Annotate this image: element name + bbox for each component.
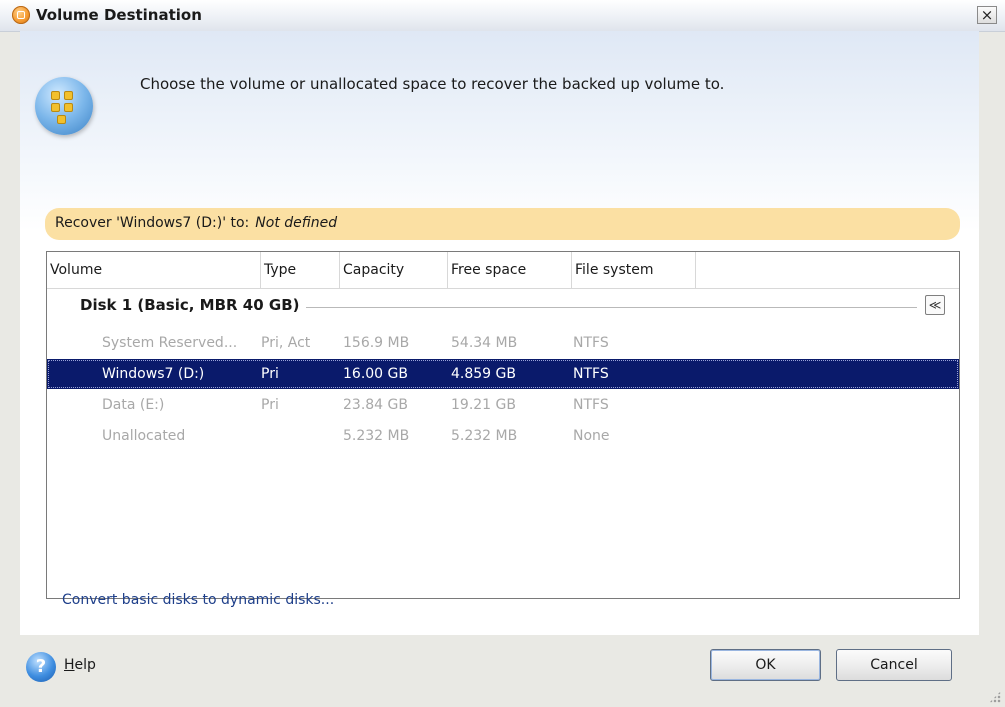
close-button[interactable]: ×: [977, 6, 997, 24]
cell-volume: Unallocated: [102, 428, 186, 444]
dialog-footer: ? Help OK Cancel: [0, 635, 1005, 707]
column-header-file-system[interactable]: File system: [572, 252, 696, 288]
dialog-body: Choose the volume or unallocated space t…: [20, 31, 979, 635]
cancel-button[interactable]: Cancel: [836, 649, 952, 681]
recover-label: Recover 'Windows7 (D:)' to:: [55, 215, 250, 231]
wizard-icon: [35, 77, 93, 135]
instruction-text: Choose the volume or unallocated space t…: [140, 75, 725, 93]
cell-type: Pri, Act: [261, 335, 311, 351]
column-header-volume[interactable]: Volume: [47, 252, 261, 288]
table-row: System Reserved... Pri, Act 156.9 MB 54.…: [47, 328, 959, 358]
cell-capacity: 16.00 GB: [343, 366, 408, 382]
cell-free-space: 19.21 GB: [451, 397, 516, 413]
cell-capacity: 23.84 GB: [343, 397, 408, 413]
cell-free-space: 54.34 MB: [451, 335, 518, 351]
column-header-capacity[interactable]: Capacity: [340, 252, 448, 288]
cell-type: Pri: [261, 366, 279, 382]
cell-file-system: NTFS: [573, 366, 609, 382]
cell-file-system: NTFS: [573, 397, 609, 413]
cell-file-system: None: [573, 428, 610, 444]
ok-button[interactable]: OK: [710, 649, 821, 681]
disk-group-header: Disk 1 (Basic, MBR 40 GB) ≪: [47, 295, 959, 318]
cell-volume: System Reserved...: [102, 335, 238, 351]
collapse-icon[interactable]: ≪: [925, 295, 945, 315]
table-row: Data (E:) Pri 23.84 GB 19.21 GB NTFS: [47, 390, 959, 420]
disk-group-label: Disk 1 (Basic, MBR 40 GB): [80, 296, 306, 314]
cell-volume: Windows7 (D:): [102, 366, 205, 382]
help-accelerator: H: [64, 657, 75, 673]
app-icon: [12, 6, 30, 24]
help-icon[interactable]: ?: [26, 652, 56, 682]
help-label-rest: elp: [74, 657, 96, 673]
column-header-type[interactable]: Type: [261, 252, 340, 288]
cell-type: [261, 421, 340, 451]
recover-value: Not defined: [255, 215, 338, 231]
cell-file-system: NTFS: [573, 335, 609, 351]
help-link[interactable]: Help: [64, 657, 96, 673]
column-header-free-space[interactable]: Free space: [448, 252, 572, 288]
cell-volume: Data (E:): [102, 397, 165, 413]
table-row: Unallocated 5.232 MB 5.232 MB None: [47, 421, 959, 451]
volume-table[interactable]: Volume Type Capacity Free space File sys…: [46, 251, 960, 599]
recover-target-label: Recover 'Windows7 (D:)' to: Not defined: [55, 215, 337, 231]
window-title: Volume Destination: [36, 6, 202, 24]
resize-grip-icon[interactable]: [989, 691, 1001, 703]
convert-dynamic-disks-link[interactable]: Convert basic disks to dynamic disks...: [62, 592, 334, 608]
cell-free-space: 5.232 MB: [451, 428, 518, 444]
cell-free-space: 4.859 GB: [451, 366, 516, 382]
table-row-selected[interactable]: Windows7 (D:) Pri 16.00 GB 4.859 GB NTFS: [47, 359, 959, 389]
cell-capacity: 156.9 MB: [343, 335, 410, 351]
table-header: Volume Type Capacity Free space File sys…: [47, 252, 959, 289]
cell-type: Pri: [261, 397, 279, 413]
recover-target-bar: Recover 'Windows7 (D:)' to: Not defined: [45, 208, 960, 240]
cell-capacity: 5.232 MB: [343, 428, 410, 444]
title-bar: Volume Destination ×: [0, 0, 1005, 32]
